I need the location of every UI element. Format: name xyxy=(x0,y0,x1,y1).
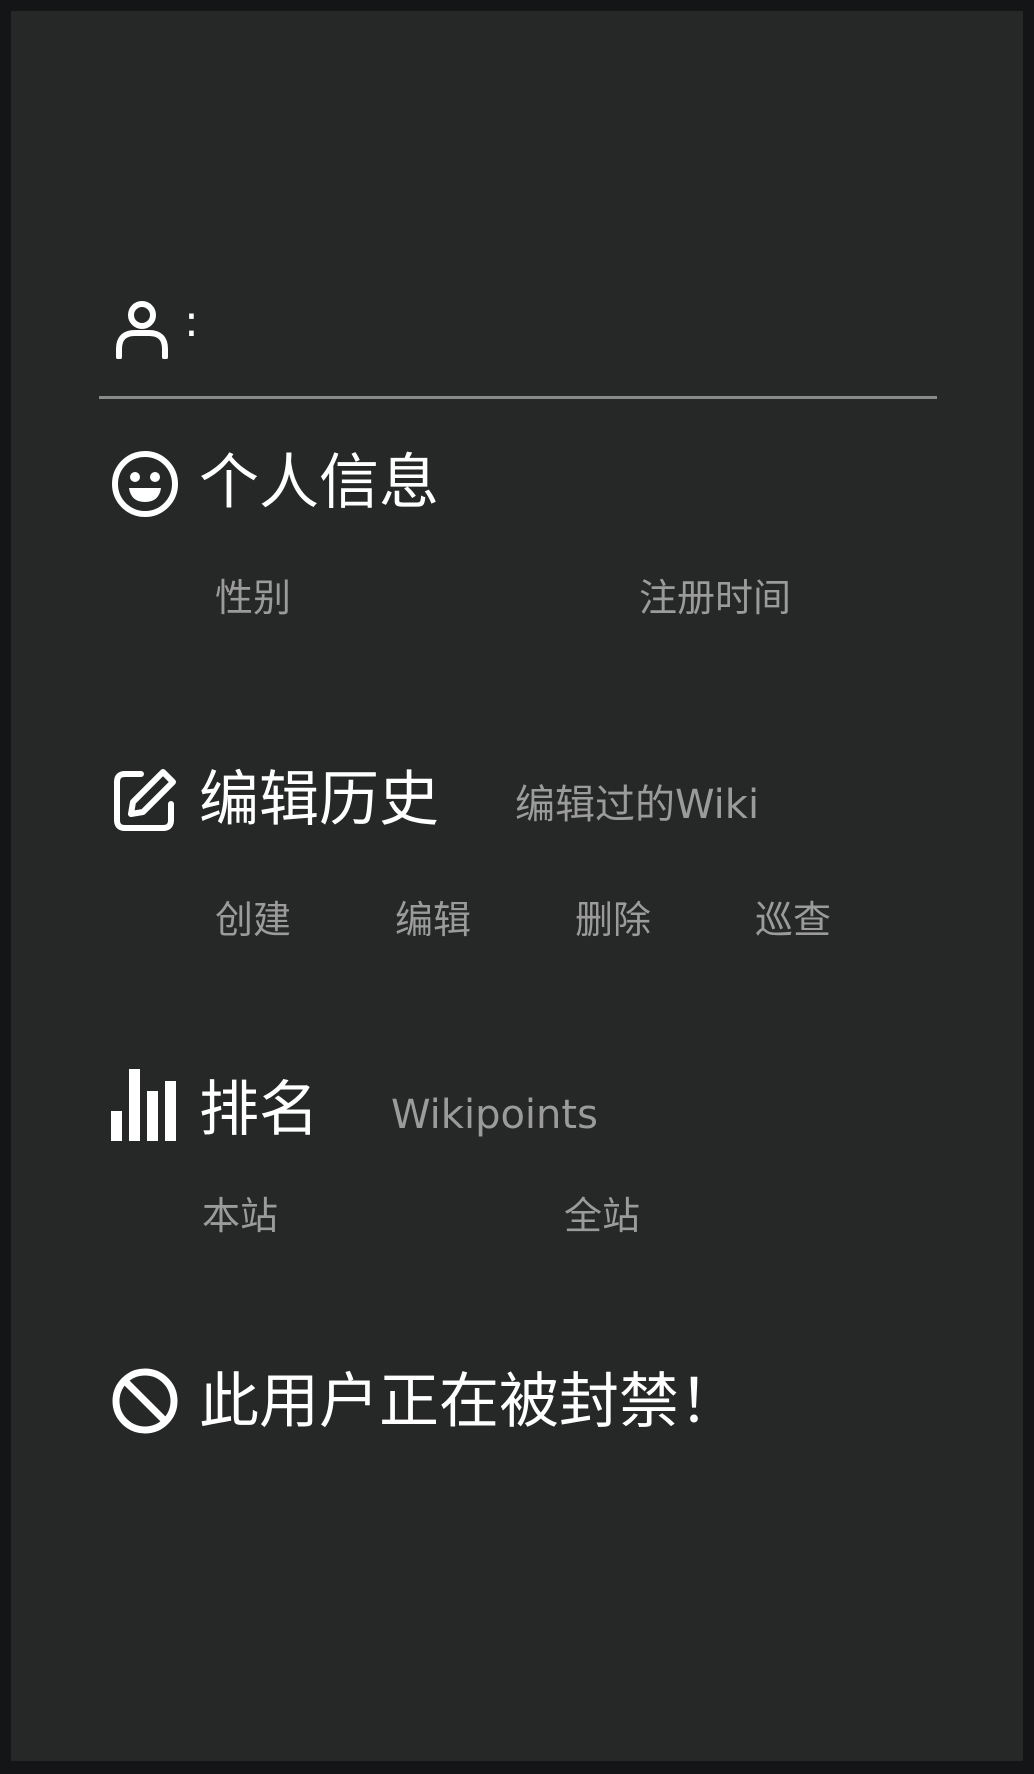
edit-icon xyxy=(111,766,181,836)
username-divider xyxy=(99,396,937,399)
global-rank-label: 全站 xyxy=(564,1194,641,1238)
edited-wikis-link[interactable]: 编辑过的Wiki xyxy=(515,780,759,830)
delete-count-label: 删除 xyxy=(575,898,652,942)
profile-panel xyxy=(11,11,1023,1761)
user-icon xyxy=(110,295,174,360)
ranking-title: 排名 xyxy=(199,1075,319,1145)
smiley-icon xyxy=(111,450,181,520)
patrol-count-label: 巡查 xyxy=(755,898,832,942)
registration-time-label: 注册时间 xyxy=(639,576,792,620)
wikipoints-label: Wikipoints xyxy=(391,1092,598,1138)
site-rank-label: 本站 xyxy=(202,1194,279,1238)
gender-label: 性别 xyxy=(215,576,292,620)
edit-count-label: 编辑 xyxy=(395,898,472,942)
ban-icon xyxy=(111,1367,181,1437)
ban-notice-text: 此用户正在被封禁！ xyxy=(199,1367,739,1437)
bar-chart-icon xyxy=(111,1069,181,1141)
username-separator: : xyxy=(184,296,199,347)
edit-history-title: 编辑历史 xyxy=(199,765,439,835)
create-count-label: 创建 xyxy=(215,898,292,942)
personal-info-title: 个人信息 xyxy=(199,448,439,518)
